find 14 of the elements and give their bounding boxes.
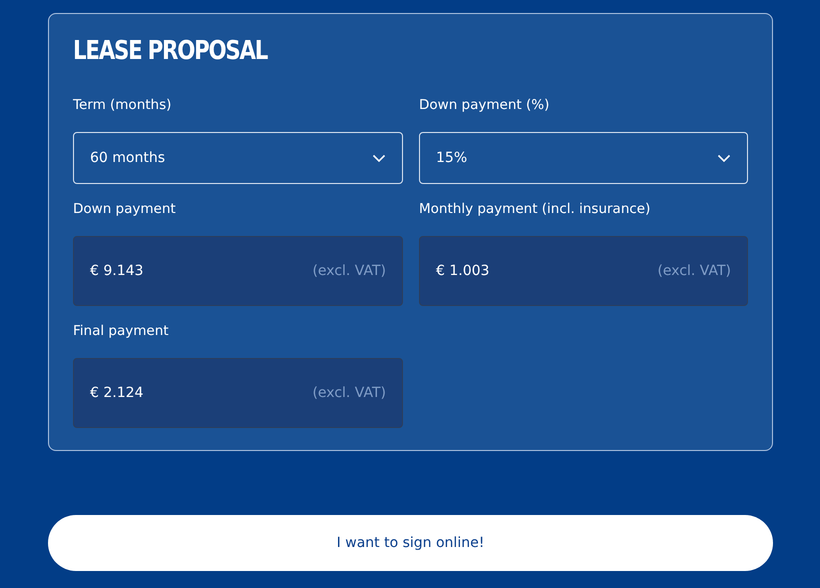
field-label: Down payment: [73, 200, 177, 219]
field-label: Term (months): [73, 96, 172, 115]
amount-field: € 2.124 (excl. VAT): [73, 358, 403, 428]
amount-field: € 1.003 (excl. VAT): [419, 236, 748, 306]
field-label: Down payment (%): [419, 96, 550, 115]
field-label: Final payment: [73, 322, 170, 341]
chevron-down-icon: [717, 154, 731, 162]
card-title: LEASE PROPOSAL: [73, 35, 268, 68]
sign-online-button[interactable]: I want to sign online!: [48, 515, 773, 571]
dropdown-field[interactable]: 60 months: [73, 132, 403, 184]
chevron-down-icon: [372, 154, 386, 162]
field-label: Monthly payment (incl. insurance): [419, 200, 652, 219]
amount-field: € 9.143 (excl. VAT): [73, 236, 403, 306]
dropdown-field[interactable]: 15%: [419, 132, 748, 184]
